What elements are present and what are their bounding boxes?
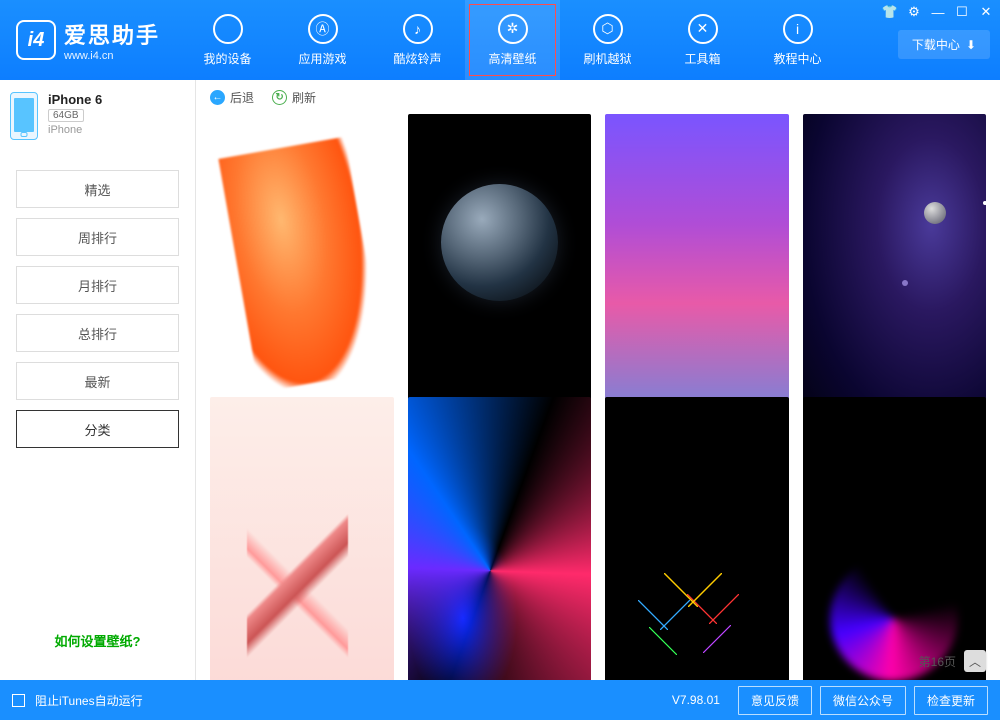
download-icon: ⬇ (966, 38, 976, 52)
download-center-button[interactable]: 下载中心 ⬇ (898, 30, 990, 59)
toolbar: ← 后退 ↻ 刷新 (196, 80, 1000, 114)
page-number: 第16页 (919, 653, 956, 670)
wechat-button[interactable]: 微信公众号 (820, 686, 906, 715)
nav-icon: Ⓐ (308, 14, 338, 44)
refresh-button[interactable]: ↻ 刷新 (272, 89, 316, 106)
close-icon[interactable]: ✕ (978, 4, 994, 20)
main-content: ← 后退 ↻ 刷新 (196, 80, 1000, 680)
sidebar-tab[interactable]: 分类 (16, 410, 179, 448)
feedback-button[interactable]: 意见反馈 (738, 686, 812, 715)
device-icon (10, 92, 38, 140)
shirt-icon[interactable]: 👕 (882, 4, 898, 20)
nav-icon: ⬡ (593, 14, 623, 44)
sidebar-tab[interactable]: 最新 (16, 362, 179, 400)
nav-toolbox[interactable]: ✕ 工具箱 (655, 0, 750, 80)
nav-label: 酷炫铃声 (394, 50, 442, 67)
gear-icon[interactable]: ⚙ (906, 4, 922, 20)
wallpaper-card[interactable] (408, 114, 592, 430)
back-button[interactable]: ← 后退 (210, 89, 254, 106)
sidebar: iPhone 6 64GB iPhone 精选周排行月排行总排行最新分类 如何设… (0, 80, 196, 680)
nav-label: 教程中心 (774, 50, 822, 67)
device-type: iPhone (48, 124, 102, 136)
nav-label: 我的设备 (204, 50, 252, 67)
back-icon: ← (210, 90, 225, 105)
nav-device[interactable]: 我的设备 (180, 0, 275, 80)
sidebar-tab[interactable]: 总排行 (16, 314, 179, 352)
nav-label: 工具箱 (685, 50, 721, 67)
minimize-icon[interactable]: — (930, 4, 946, 20)
wallpaper-card[interactable] (605, 114, 789, 430)
nav-tutorials[interactable]: i 教程中心 (750, 0, 845, 80)
sidebar-tabs: 精选周排行月排行总排行最新分类 (0, 152, 195, 448)
nav-label: 应用游戏 (299, 50, 347, 67)
update-button[interactable]: 检查更新 (914, 686, 988, 715)
nav-icon: i (783, 14, 813, 44)
device-name: iPhone 6 (48, 92, 102, 107)
scroll-top-button[interactable]: ︿ (964, 650, 986, 672)
nav-icon: ✕ (688, 14, 718, 44)
wallpaper-card[interactable] (408, 397, 592, 680)
refresh-icon: ↻ (272, 90, 287, 105)
sidebar-tab[interactable]: 月排行 (16, 266, 179, 304)
page-indicator: 第16页 ︿ (919, 650, 986, 672)
app-header: i4 爱思助手 www.i4.cn 我的设备 Ⓐ 应用游戏 ♪ 酷炫铃声 ✲ 高清壁纸 ⬡ 刷机… (0, 0, 1000, 80)
app-url: www.i4.cn (64, 50, 160, 62)
block-itunes-label: 阻止iTunes自动运行 (35, 692, 143, 709)
device-capacity: 64GB (48, 109, 84, 122)
app-title: 爱思助手 (64, 18, 160, 50)
statusbar-buttons: 意见反馈微信公众号检查更新 (738, 686, 988, 715)
status-bar: 阻止iTunes自动运行 V7.98.01 意见反馈微信公众号检查更新 (0, 680, 1000, 720)
nav-icon: ♪ (403, 14, 433, 44)
nav-wallpapers[interactable]: ✲ 高清壁纸 (465, 0, 560, 80)
help-link[interactable]: 如何设置壁纸? (0, 631, 195, 650)
nav-icon: ✲ (498, 14, 528, 44)
logo-icon: i4 (16, 20, 56, 60)
nav-ringtones[interactable]: ♪ 酷炫铃声 (370, 0, 465, 80)
wallpaper-card[interactable] (605, 397, 789, 680)
nav-label: 刷机越狱 (584, 50, 632, 67)
wallpaper-card[interactable] (210, 397, 394, 680)
back-label: 后退 (230, 89, 254, 106)
sidebar-tab[interactable]: 周排行 (16, 218, 179, 256)
app-logo: i4 爱思助手 www.i4.cn (16, 18, 160, 62)
nav-icon (213, 14, 243, 44)
wallpaper-card[interactable] (803, 397, 987, 680)
download-center-label: 下载中心 (912, 36, 960, 53)
nav-label: 高清壁纸 (489, 50, 537, 67)
wallpaper-card[interactable] (210, 114, 394, 430)
wallpaper-grid (196, 114, 1000, 680)
nav-apps[interactable]: Ⓐ 应用游戏 (275, 0, 370, 80)
window-controls: 👕 ⚙ — ☐ ✕ (882, 4, 994, 20)
device-info[interactable]: iPhone 6 64GB iPhone (0, 80, 195, 152)
refresh-label: 刷新 (292, 89, 316, 106)
block-itunes-checkbox[interactable] (12, 694, 25, 707)
main-nav: 我的设备 Ⓐ 应用游戏 ♪ 酷炫铃声 ✲ 高清壁纸 ⬡ 刷机越狱 ✕ 工具箱 i 教程中心 (180, 0, 845, 80)
version-label: V7.98.01 (672, 693, 720, 707)
wallpaper-card[interactable] (803, 114, 987, 430)
maximize-icon[interactable]: ☐ (954, 4, 970, 20)
sidebar-tab[interactable]: 精选 (16, 170, 179, 208)
nav-jailbreak[interactable]: ⬡ 刷机越狱 (560, 0, 655, 80)
chevron-up-icon: ︿ (969, 653, 981, 670)
